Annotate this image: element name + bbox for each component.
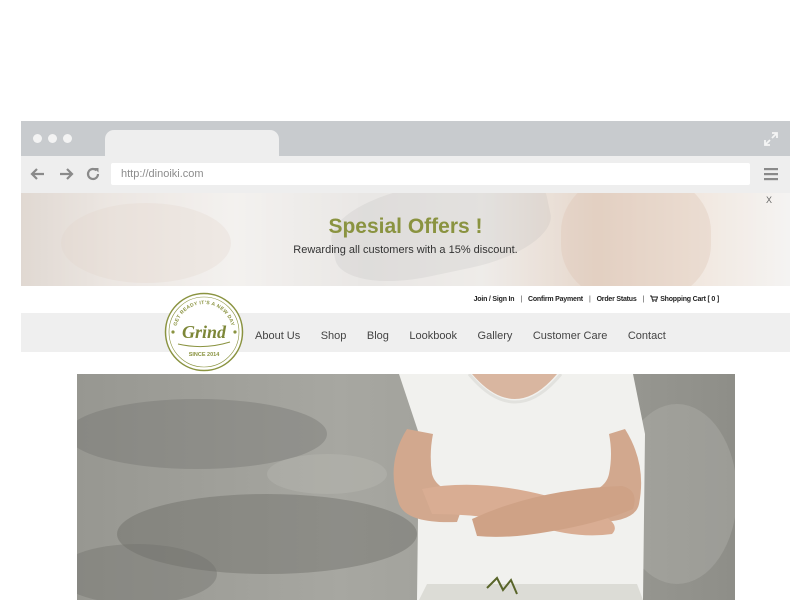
browser-titlebar xyxy=(21,121,790,156)
browser-toolbar: http://dinoiki.com xyxy=(21,156,790,193)
cart-icon[interactable] xyxy=(650,295,659,302)
offer-subtitle: Rewarding all customers with a 15% disco… xyxy=(293,244,518,256)
offer-title: Spesial Offers ! xyxy=(328,215,483,238)
expand-icon[interactable] xyxy=(763,131,779,147)
separator: | xyxy=(588,296,591,303)
nav-shop[interactable]: Shop xyxy=(321,330,347,342)
confirm-payment-link[interactable]: Confirm Payment xyxy=(528,296,583,303)
banner-close-button[interactable]: X xyxy=(766,195,772,205)
window-maximize-dot[interactable] xyxy=(63,134,72,143)
banner-overlay xyxy=(21,193,790,286)
url-input[interactable]: http://dinoiki.com xyxy=(111,163,750,185)
reload-icon[interactable] xyxy=(84,165,102,183)
nav-blog[interactable]: Blog xyxy=(367,330,389,342)
order-status-link[interactable]: Order Status xyxy=(597,296,637,303)
hero-image xyxy=(77,374,735,600)
utility-links-bar: Join / Sign In | Confirm Payment | Order Sta… xyxy=(21,286,790,313)
separator: | xyxy=(520,296,522,303)
offer-banner: Spesial Offers ! Rewarding all customers… xyxy=(21,193,790,286)
main-nav: About Us Shop Blog Lookbook Gallery Cust… xyxy=(21,313,790,352)
join-signin-link[interactable]: Join / Sign In xyxy=(474,296,515,303)
nav-about-us[interactable]: About Us xyxy=(255,330,300,342)
utility-links: Join / Sign In | Confirm Payment | Order Sta… xyxy=(474,295,719,303)
nav-contact[interactable]: Contact xyxy=(628,330,666,342)
browser-tab[interactable] xyxy=(105,130,279,156)
forward-arrow-icon[interactable] xyxy=(57,165,75,183)
hero-photo-man-arms-crossed xyxy=(77,374,735,600)
nav-lookbook[interactable]: Lookbook xyxy=(409,330,457,342)
shopping-cart-link[interactable]: Shopping Cart [ 0 ] xyxy=(660,296,719,303)
nav-gallery[interactable]: Gallery xyxy=(478,330,513,342)
nav-customer-care[interactable]: Customer Care xyxy=(533,330,608,342)
hamburger-menu-icon[interactable] xyxy=(764,167,778,181)
grind-logo[interactable]: GET READY IT'S A NEW DAY Grind SINCE 201… xyxy=(164,292,244,372)
window-minimize-dot[interactable] xyxy=(48,134,57,143)
browser-window: http://dinoiki.com Spesial Offers ! Rewa… xyxy=(21,121,790,600)
logo-since-text: SINCE 2014 xyxy=(189,352,221,358)
window-close-dot[interactable] xyxy=(33,134,42,143)
back-arrow-icon[interactable] xyxy=(29,165,47,183)
separator: | xyxy=(642,296,645,303)
logo-wordmark: Grind xyxy=(182,322,227,342)
